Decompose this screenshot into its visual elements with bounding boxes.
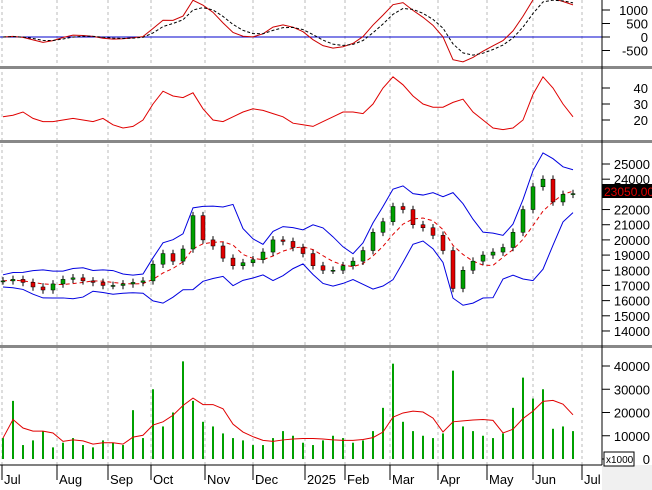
price-tick-label: 17000 xyxy=(614,278,650,293)
candle xyxy=(300,247,306,254)
candle xyxy=(270,239,276,253)
x-tick-label: May xyxy=(489,472,514,487)
x-tick-label: Oct xyxy=(153,472,174,487)
candle xyxy=(40,286,46,291)
candle xyxy=(470,260,476,271)
price-tick-label: 22000 xyxy=(614,203,650,218)
macd-tick-label: -500 xyxy=(622,44,648,59)
candle xyxy=(170,253,176,262)
candle xyxy=(500,247,506,253)
bollinger-upper xyxy=(2,152,574,276)
candle xyxy=(0,280,6,283)
x-tick-label: Dec xyxy=(255,472,279,487)
price-tick-label: 18000 xyxy=(614,263,650,278)
candle xyxy=(450,250,456,289)
candle xyxy=(210,239,216,247)
candle xyxy=(50,283,56,291)
candle xyxy=(280,239,286,242)
candle xyxy=(380,221,386,233)
axis-corner xyxy=(602,465,652,490)
candle xyxy=(460,270,466,289)
candle xyxy=(370,232,376,251)
candle xyxy=(220,245,226,259)
indicator-tick-label: 30 xyxy=(634,97,648,112)
x-tick-label: Jul xyxy=(584,472,601,487)
candle xyxy=(390,206,396,222)
candle xyxy=(10,279,16,282)
panel-divider xyxy=(0,345,652,348)
candle xyxy=(350,260,356,266)
candle xyxy=(480,254,486,262)
candle xyxy=(90,280,96,283)
candle xyxy=(570,193,576,195)
panel-divider xyxy=(0,66,652,69)
x-tick-label: 2025 xyxy=(307,472,336,487)
candle xyxy=(360,250,366,262)
candle xyxy=(400,206,406,210)
candle xyxy=(200,215,206,241)
x-tick-label: Jul xyxy=(4,472,21,487)
candle xyxy=(260,251,266,260)
price-tick-label: 21000 xyxy=(614,218,650,233)
x-tick-label: Mar xyxy=(392,472,415,487)
candle xyxy=(150,263,156,282)
x-tick-label: Aug xyxy=(59,472,82,487)
candle xyxy=(240,262,246,266)
price-tick-label: 25000 xyxy=(614,157,650,172)
candle xyxy=(20,279,26,283)
candle xyxy=(60,279,66,285)
candle xyxy=(530,186,536,210)
last-price-label: 23050.00 xyxy=(604,185,652,199)
candle xyxy=(130,282,136,285)
candle xyxy=(290,241,296,248)
candle xyxy=(30,282,36,288)
volume-unit-label: x1000 xyxy=(606,455,634,466)
candle xyxy=(140,280,146,283)
candle xyxy=(70,277,76,280)
price-tick-label: 20000 xyxy=(614,233,650,248)
price-tick-label: 14000 xyxy=(614,324,650,339)
candle xyxy=(160,253,166,265)
candle xyxy=(120,283,126,286)
price-tick-label: 16000 xyxy=(614,294,650,309)
candle xyxy=(330,270,336,272)
candle xyxy=(230,257,236,266)
volume-tick-label: 40000 xyxy=(614,359,650,374)
candle xyxy=(420,224,426,229)
price-tick-label: 15000 xyxy=(614,309,650,324)
candle xyxy=(520,209,526,233)
indicator-tick-label: 20 xyxy=(634,113,648,128)
candle xyxy=(550,178,556,203)
candle xyxy=(410,209,416,225)
panel-divider xyxy=(0,140,652,143)
candle xyxy=(560,194,566,203)
candle xyxy=(110,285,116,287)
price-tick-label: 19000 xyxy=(614,248,650,263)
volume-tick-label: 0 xyxy=(643,452,650,467)
x-tick-label: Nov xyxy=(207,472,231,487)
candle xyxy=(310,253,316,266)
candle xyxy=(180,248,186,262)
x-tick-label: Apr xyxy=(440,472,461,487)
candle xyxy=(80,277,86,282)
candle xyxy=(430,227,436,236)
candle xyxy=(490,251,496,256)
candle xyxy=(190,215,196,250)
candle xyxy=(540,178,546,188)
candle xyxy=(100,282,106,286)
candle xyxy=(340,265,346,271)
candle xyxy=(320,265,326,271)
x-tick-label: Jun xyxy=(535,472,556,487)
x-tick-label: Sep xyxy=(110,472,133,487)
chart-svg: Jul Aug Sep Oct Nov Dec 2025 Feb Mar Apr May Jun Jul… xyxy=(0,0,652,490)
indicator-tick-label: 40 xyxy=(634,81,648,96)
x-tick-label: Feb xyxy=(347,472,369,487)
volume-tick-label: 20000 xyxy=(614,406,650,421)
candle xyxy=(440,235,446,251)
stock-chart: Jul Aug Sep Oct Nov Dec 2025 Feb Mar Apr May Jun Jul… xyxy=(0,0,652,490)
candle xyxy=(510,232,516,248)
volume-tick-label: 30000 xyxy=(614,382,650,397)
candle xyxy=(250,259,256,263)
volume-tick-label: 10000 xyxy=(614,429,650,444)
